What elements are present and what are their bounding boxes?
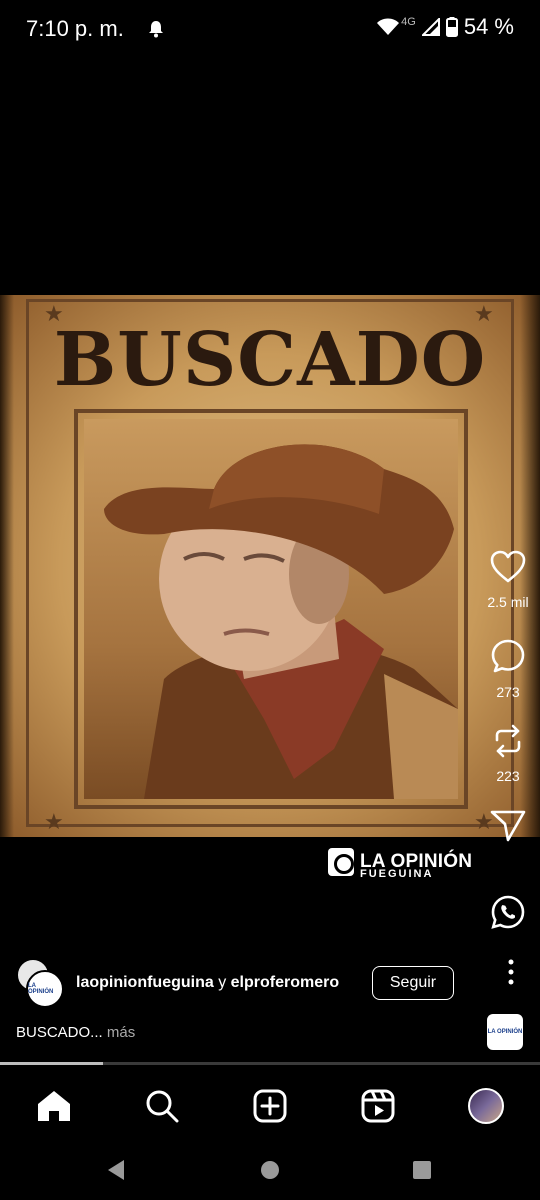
repost-count: 223 [496, 768, 520, 784]
caption-more-link[interactable]: más [103, 1024, 135, 1041]
status-icons: 4G 54 % [377, 14, 514, 40]
author-secondary[interactable]: elproferomero [231, 974, 339, 991]
system-nav [0, 1140, 540, 1200]
brand-watermark: LA OPINIÓN FUEGUINA [328, 848, 472, 880]
audio-thumbnail[interactable]: LA OPINIÓN [487, 1014, 523, 1050]
author-primary[interactable]: laopinionfueguina [76, 974, 214, 991]
battery-icon [445, 17, 458, 37]
author-avatars[interactable]: LA OPINIÓN [14, 958, 66, 1008]
nav-search[interactable] [142, 1086, 182, 1126]
profile-avatar [468, 1088, 504, 1124]
recents-icon[interactable] [410, 1158, 434, 1182]
send-icon [490, 810, 526, 842]
bottom-nav [0, 1074, 540, 1138]
notification-bell-icon [149, 21, 163, 38]
share-button[interactable] [478, 808, 538, 842]
whatsapp-share-button[interactable] [478, 894, 538, 930]
poster-title: BUSCADO [53, 317, 487, 403]
nav-home[interactable] [34, 1086, 74, 1126]
brand-logo-icon [328, 848, 354, 876]
comment-button[interactable]: 273 [478, 638, 538, 700]
nav-profile[interactable] [466, 1086, 506, 1126]
nav-create[interactable] [250, 1086, 290, 1126]
like-button[interactable]: 2.5 mil [478, 550, 538, 610]
caption-text: BUSCADO... [16, 1024, 103, 1041]
reels-icon [361, 1089, 395, 1123]
cell-signal-icon [421, 18, 440, 36]
author-joiner: y [213, 974, 231, 991]
wifi-icon [377, 18, 400, 35]
star-icon: ★ [44, 809, 64, 834]
status-time: 7:10 p. m. [26, 16, 124, 41]
status-bar: 7:10 p. m. 4G 54 % [0, 0, 540, 60]
more-options-icon[interactable] [500, 958, 522, 988]
photo-frame [74, 409, 468, 809]
home-circle-icon[interactable] [258, 1158, 282, 1182]
back-icon[interactable] [104, 1158, 128, 1182]
avatar-logo-text: LA OPINIÓN [28, 983, 54, 995]
nav-reels[interactable] [358, 1086, 398, 1126]
whatsapp-icon [491, 895, 525, 929]
follow-button[interactable]: Seguir [372, 966, 454, 1000]
search-icon [146, 1090, 179, 1123]
network-type: 4G [401, 16, 416, 28]
video-progress-bar[interactable] [0, 1062, 540, 1065]
comment-count: 273 [496, 684, 520, 700]
author-row: LA OPINIÓN laopinionfueguina y elprofero… [14, 956, 526, 1010]
like-count: 2.5 mil [487, 594, 529, 610]
repost-icon [495, 724, 521, 758]
video-progress-fill [0, 1062, 103, 1065]
brand-subtitle: FUEGUINA [360, 868, 434, 880]
cowboy-portrait [84, 419, 458, 799]
audio-thumbnail-text: LA OPINIÓN [487, 1029, 523, 1035]
cowboy-illustration [104, 444, 458, 799]
home-icon [38, 1091, 70, 1121]
comment-icon [491, 639, 525, 673]
post-media[interactable]: ★ ★ ★ ★ BUSCADO [0, 295, 540, 837]
create-icon [253, 1089, 287, 1123]
heart-icon [490, 550, 526, 583]
author-names[interactable]: laopinionfueguina y elproferomero [76, 974, 339, 992]
battery-percent: 54 % [463, 14, 514, 39]
post-caption[interactable]: BUSCADO... más [16, 1024, 135, 1041]
repost-button[interactable]: 223 [478, 724, 538, 784]
avatar: LA OPINIÓN [26, 970, 64, 1008]
